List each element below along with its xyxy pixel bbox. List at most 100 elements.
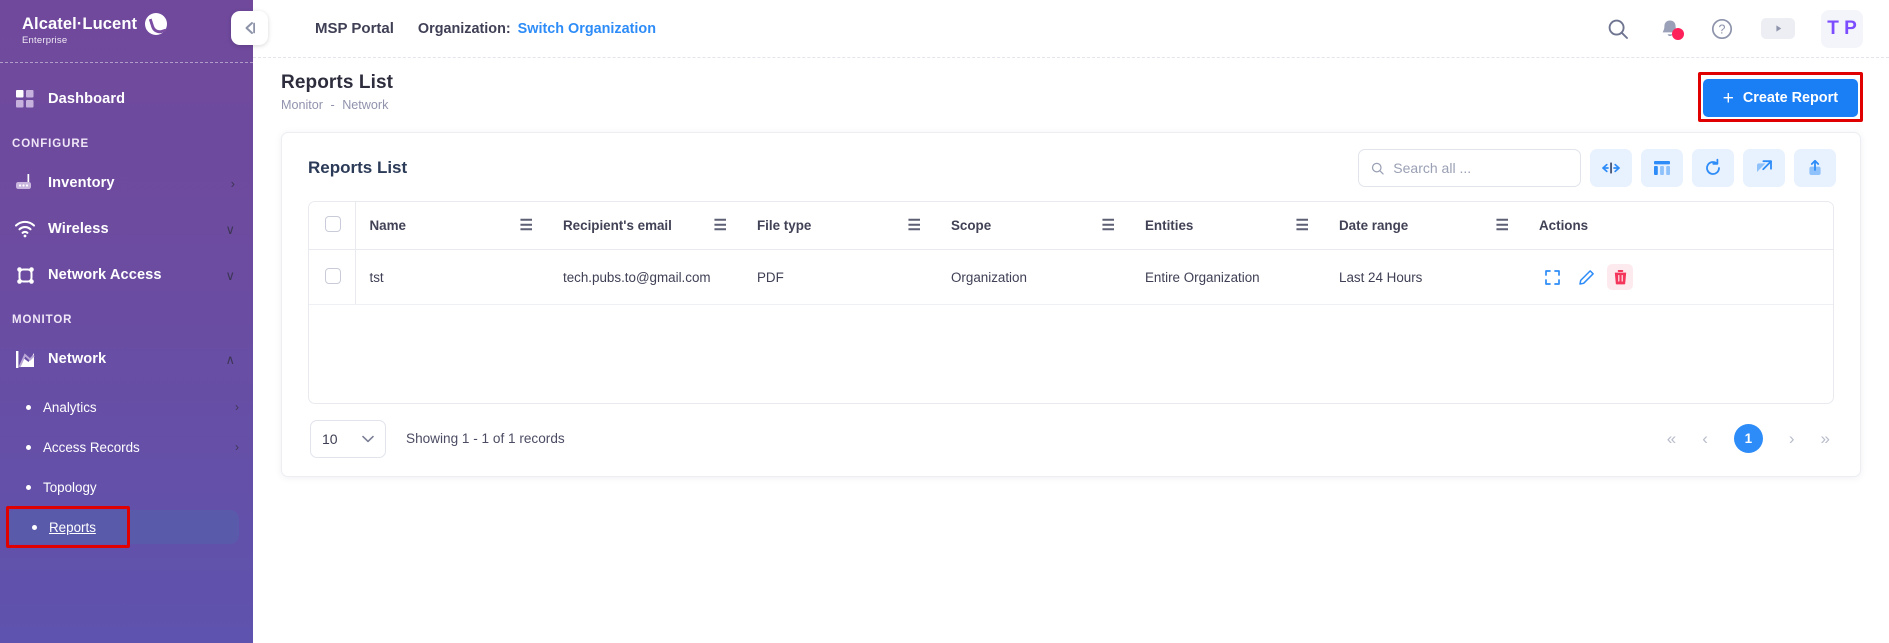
column-menu-icon[interactable]: ☰ (1296, 218, 1309, 233)
edit-row-button[interactable] (1573, 264, 1599, 290)
column-header-label: Scope (951, 218, 992, 233)
column-header-scope[interactable]: Scope ☰ (937, 202, 1131, 250)
pagination-bar: 10 Showing 1 - 1 of 1 records « ‹ 1 › » (282, 404, 1860, 464)
chevron-right-icon: › (235, 440, 239, 454)
breadcrumb-root[interactable]: Monitor (281, 98, 323, 112)
bullet-icon (32, 524, 37, 530)
breadcrumb-separator: - (330, 98, 335, 112)
column-header-actions: Actions (1525, 202, 1833, 250)
column-menu-icon[interactable]: ☰ (520, 218, 533, 233)
search-icon[interactable] (1605, 16, 1631, 42)
breadcrumb: Monitor - Network (281, 98, 393, 112)
msp-portal-label[interactable]: MSP Portal (315, 20, 394, 37)
fit-columns-button[interactable] (1590, 149, 1632, 187)
column-settings-button[interactable] (1641, 149, 1683, 187)
prev-page-button[interactable]: ‹ (1702, 430, 1708, 447)
sidebar-item-reports[interactable]: Reports (6, 510, 239, 544)
question-circle-icon[interactable]: ? (1709, 16, 1735, 42)
cell-date-range: Last 24 Hours (1325, 249, 1525, 305)
column-header-name[interactable]: Name ☰ (355, 202, 549, 250)
avatar[interactable]: T P (1821, 9, 1863, 48)
column-header-label: Date range (1339, 218, 1409, 233)
delete-row-button[interactable] (1607, 264, 1633, 290)
notification-badge-dot (1672, 27, 1684, 40)
topbar: MSP Portal Organization: Switch Organiza… (253, 0, 1889, 58)
sidebar-item-topology[interactable]: Topology (0, 470, 239, 504)
column-menu-icon[interactable]: ☰ (714, 218, 727, 233)
sidebar-item-analytics[interactable]: Analytics › (0, 390, 239, 424)
sidebar-subitem-label: Access Records (43, 439, 140, 455)
first-page-button[interactable]: « (1667, 430, 1676, 447)
bullet-icon (26, 484, 31, 490)
column-header-file-type[interactable]: File type ☰ (743, 202, 937, 250)
column-header-recipient-email[interactable]: Recipient's email ☰ (549, 202, 743, 250)
open-external-button[interactable] (1743, 149, 1785, 187)
export-button[interactable] (1794, 149, 1836, 187)
wifi-icon (14, 218, 36, 240)
brand-divider (0, 62, 253, 63)
sidebar-item-access-records[interactable]: Access Records › (0, 430, 239, 464)
sidebar-nav: Dashboard CONFIGURE Inventory › Wireless… (0, 62, 253, 548)
trash-icon (1614, 270, 1626, 285)
cell-name: tst (355, 249, 549, 305)
sidebar-collapse-button[interactable] (231, 11, 268, 45)
bullet-icon (26, 444, 31, 450)
search-input[interactable] (1393, 160, 1568, 176)
brand-name: Alcatel·Lucent (22, 15, 138, 33)
sidebar-item-network[interactable]: Network ∧ (0, 336, 253, 382)
card-title: Reports List (308, 158, 408, 177)
column-header-label: Actions (1539, 218, 1589, 233)
table-empty-space (309, 305, 1833, 403)
create-report-button[interactable]: + Create Report (1702, 79, 1858, 117)
breadcrumb-leaf[interactable]: Network (342, 98, 388, 112)
sidebar-item-label: Inventory (48, 175, 115, 191)
column-header-entities[interactable]: Entities ☰ (1131, 202, 1325, 250)
chevron-right-icon: › (235, 400, 239, 414)
cell-entities: Entire Organization (1131, 249, 1325, 305)
page-header: Reports List Monitor - Network + Create … (253, 58, 1889, 132)
sidebar-item-dashboard[interactable]: Dashboard (0, 76, 253, 122)
pencil-icon (1578, 269, 1594, 285)
sidebar-subitem-label: Reports (49, 519, 96, 535)
refresh-button[interactable] (1692, 149, 1734, 187)
search-icon (1371, 162, 1384, 175)
page-title: Reports List (281, 72, 394, 93)
router-icon (14, 172, 36, 194)
fit-columns-icon (1602, 162, 1620, 174)
last-page-button[interactable]: » (1821, 430, 1830, 447)
table-row[interactable]: tst tech.pubs.to@gmail.com PDF Organizat… (309, 249, 1833, 305)
sidebar-item-wireless[interactable]: Wireless ∨ (0, 206, 253, 252)
switch-organization-link[interactable]: Switch Organization (518, 21, 656, 37)
organization-label: Organization: (417, 20, 511, 37)
column-menu-icon[interactable]: ☰ (908, 218, 921, 233)
sidebar-section-configure: CONFIGURE (12, 138, 90, 150)
sidebar-item-inventory[interactable]: Inventory › (0, 160, 253, 206)
sidebar-item-label: Network (48, 351, 107, 367)
table-header-row: Name ☰ Recipient's email ☰ File type ☰ S… (309, 202, 1833, 250)
external-link-icon (1757, 160, 1772, 172)
expand-row-button[interactable] (1539, 264, 1565, 290)
sidebar-subitem-label: Analytics (43, 399, 97, 415)
select-all-checkbox[interactable] (325, 216, 341, 232)
play-icon[interactable] (1761, 18, 1795, 39)
column-menu-icon[interactable]: ☰ (1102, 218, 1115, 233)
main-area: MSP Portal Organization: Switch Organiza… (253, 0, 1889, 643)
chevron-down-icon: ∨ (225, 221, 235, 237)
table-body: tst tech.pubs.to@gmail.com PDF Organizat… (309, 249, 1833, 403)
chevron-right-icon: › (230, 175, 235, 191)
page-size-select[interactable]: 10 (310, 419, 386, 458)
create-report-wrapper: + Create Report (1697, 72, 1863, 122)
row-checkbox[interactable] (325, 267, 341, 284)
column-menu-icon[interactable]: ☰ (1496, 218, 1509, 233)
refresh-icon (1706, 158, 1720, 175)
alcatel-lucent-logo-icon (145, 13, 168, 35)
search-input-wrapper[interactable] (1358, 149, 1581, 187)
page-number-1[interactable]: 1 (1733, 424, 1763, 453)
next-page-button[interactable]: › (1789, 430, 1795, 447)
select-all-header (309, 202, 356, 250)
bell-icon[interactable] (1657, 16, 1684, 42)
sidebar-item-network-access[interactable]: Network Access ∨ (0, 252, 253, 298)
column-header-date-range[interactable]: Date range ☰ (1325, 202, 1525, 250)
content-area: Reports List Search all ... Name ☰ Recip… (253, 132, 1889, 477)
column-settings-icon (1654, 161, 1670, 175)
